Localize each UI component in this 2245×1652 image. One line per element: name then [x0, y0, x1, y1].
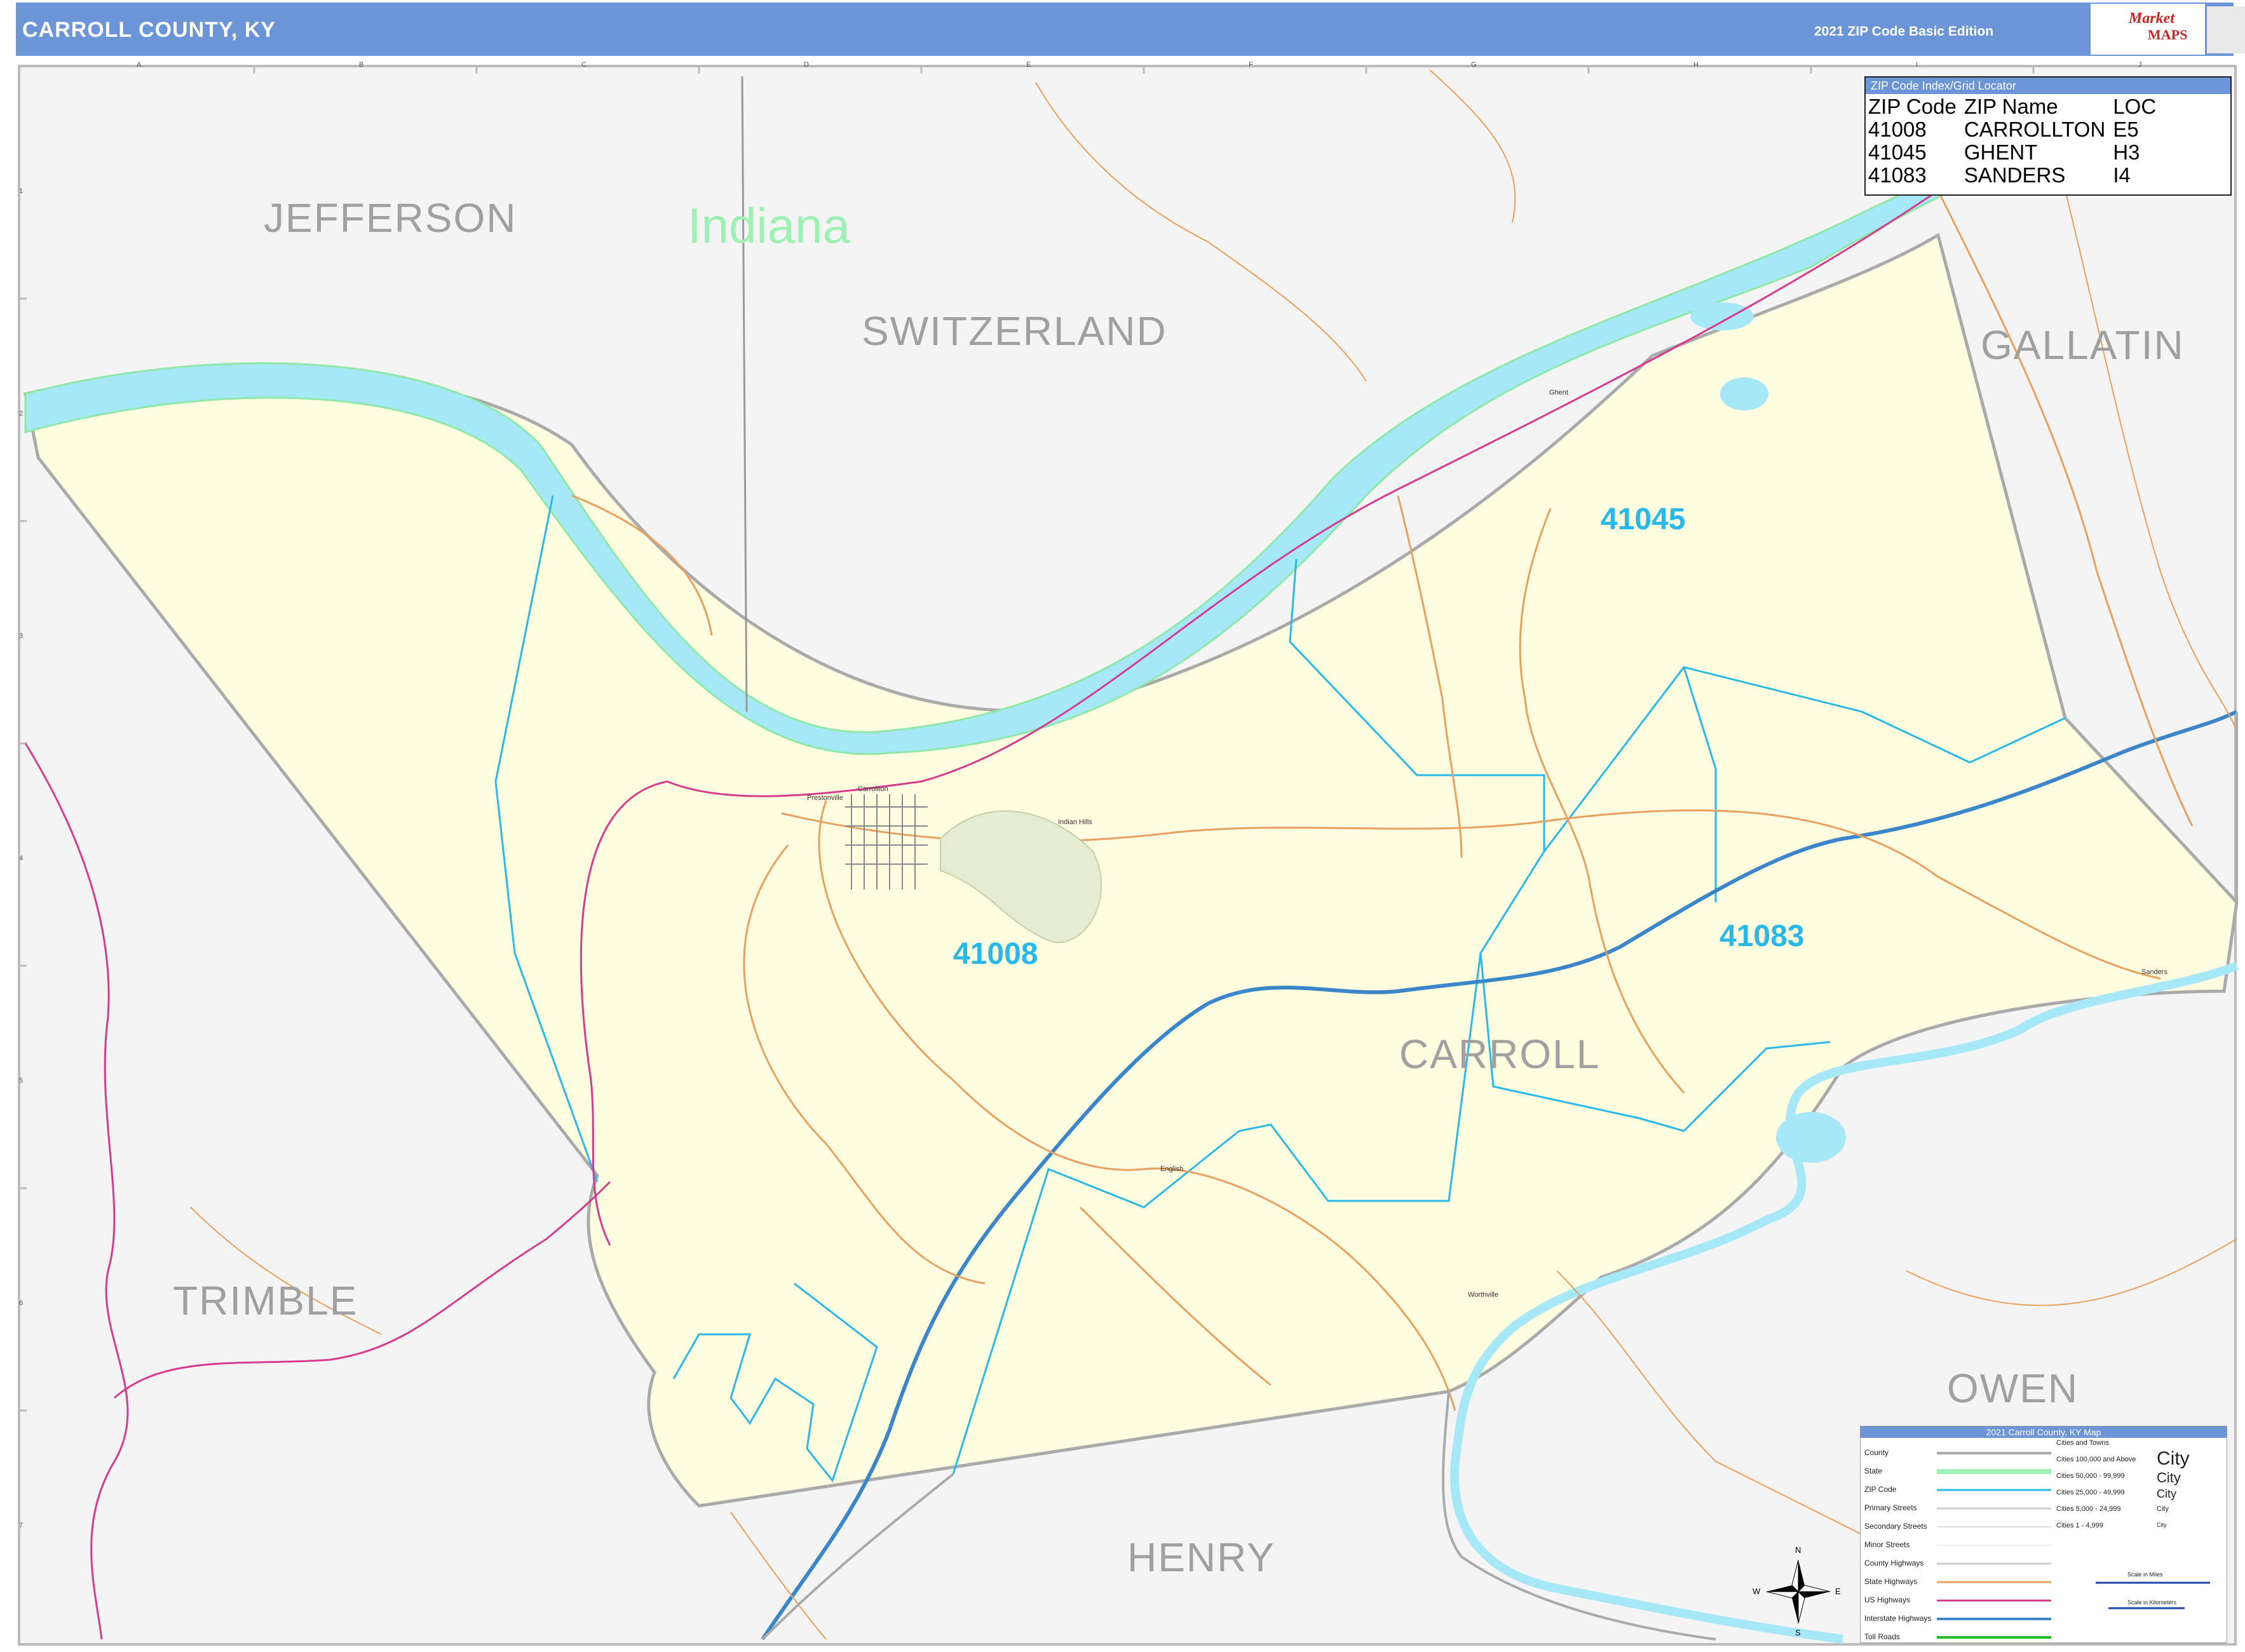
compass-south: S: [1795, 1628, 1801, 1637]
legend-item-county-hwy: County Highways: [1864, 1559, 1924, 1567]
legend-cities-title: Cities and Towns: [2056, 1439, 2109, 1447]
table-row: 41008 CARROLLTON E5: [1868, 118, 2164, 141]
title-bar: CARROLL COUNTY, KY 2021 ZIP Code Basic E…: [16, 3, 2245, 56]
grid-number: 6: [19, 1299, 24, 1307]
county-label-jefferson: JEFFERSON: [264, 195, 517, 241]
legend-item-zip: ZIP Code: [1864, 1485, 1897, 1494]
county-label-carroll: CARROLL: [1399, 1031, 1601, 1077]
scale-bars: [2096, 1581, 2210, 1609]
legend-city-sample: City: [2157, 1505, 2169, 1513]
logo-line1: Market: [2129, 10, 2174, 27]
grid-letter: J: [2138, 61, 2142, 69]
page-title: CARROLL COUNTY, KY: [22, 18, 276, 42]
legend-scale-miles: Scale in Miles: [2127, 1571, 2163, 1578]
county-label-switzerland: SWITZERLAND: [862, 308, 1167, 354]
state-label-indiana: Indiana: [688, 198, 850, 254]
town-label-sanders: Sanders: [2141, 968, 2167, 976]
town-label-prestonville: Prestonville: [807, 794, 843, 802]
legend-city-size: Cities 25,000 - 49,999: [2056, 1489, 2125, 1496]
zip-code-cell: 41083: [1868, 163, 1927, 187]
zip-index-header: ZIP Name: [1964, 95, 2058, 118]
town-label-carrollton: Carrollton: [858, 785, 888, 793]
zip-index-panel: ZIP Code Index/Grid Locator ZIP Code ZIP…: [1864, 76, 2232, 196]
logo-contact-box: [2207, 6, 2245, 53]
zip-loc-cell: I4: [2113, 163, 2131, 187]
map-canvas[interactable]: [0, 0, 2245, 1652]
legend-city-sample: City: [2157, 1522, 2167, 1528]
grid-letter: B: [359, 61, 364, 69]
zip-label-41045: 41045: [1601, 503, 1686, 536]
compass-east: E: [1835, 1587, 1841, 1596]
legend-item-state: State: [1864, 1466, 1883, 1475]
zip-loc-cell: E5: [2113, 118, 2139, 141]
legend-city-size: Cities 5,000 - 24,999: [2056, 1505, 2121, 1513]
table-row: 41083 SANDERS I4: [1868, 164, 2164, 187]
zip-name-cell: SANDERS: [1964, 163, 2066, 187]
lake: [1720, 377, 1768, 410]
table-row: ZIP Code ZIP Name LOC: [1868, 95, 2164, 118]
market-maps-logo: Market MAPS: [2091, 4, 2205, 55]
grid-letter: A: [137, 61, 142, 69]
legend-city-sample: City: [2157, 1487, 2176, 1500]
zip-index-header: ZIP Code: [1868, 95, 1957, 118]
zip-loc-cell: H3: [2113, 140, 2140, 164]
zip-code-cell: 41008: [1868, 118, 1927, 141]
county-label-gallatin: GALLATIN: [1981, 322, 2185, 368]
grid-letter: C: [581, 61, 587, 69]
logo-line2: MAPS: [2148, 27, 2188, 43]
grid-number: 5: [19, 1077, 24, 1085]
legend-city-size: Cities 50,000 - 99,999: [2056, 1472, 2125, 1480]
legend-title: 2021 Carroll County, KY Map: [1861, 1426, 2227, 1438]
legend-item-toll: Toll Roads: [1864, 1632, 1901, 1641]
grid-number: 2: [19, 410, 24, 417]
compass-west: W: [1753, 1587, 1761, 1596]
edition-label: 2021 ZIP Code Basic Edition: [1814, 24, 1994, 39]
legend-item-interstate: Interstate Highways: [1864, 1614, 1932, 1623]
compass-north: N: [1795, 1545, 1801, 1555]
grid-letter: F: [1249, 61, 1253, 69]
county-label-trimble: TRIMBLE: [173, 1278, 358, 1324]
grid-number: 1: [19, 187, 24, 195]
grid-number: 4: [19, 855, 24, 862]
legend-item-primary: Primary Streets: [1864, 1503, 1917, 1512]
table-row: 41045 GHENT H3: [1868, 141, 2164, 164]
map-legend: 2021 Carroll County, KY Map County State…: [1860, 1426, 2227, 1643]
zip-name-cell: GHENT: [1964, 140, 2038, 164]
town-label-indian-hills: Indian Hills: [1058, 818, 1092, 826]
lake: [1690, 302, 1754, 330]
legend-swatches: [1937, 1452, 2051, 1639]
legend-city-sample: City: [2157, 1470, 2181, 1486]
zip-index-title: ZIP Code Index/Grid Locator: [1866, 78, 2230, 94]
zip-name-cell: CARROLLTON: [1964, 118, 2106, 141]
grid-letter: H: [1693, 61, 1699, 69]
grid-letter: D: [804, 61, 809, 69]
grid-letter: E: [1026, 61, 1031, 69]
legend-item-us-hwy: US Highways: [1864, 1595, 1911, 1604]
legend-item-secondary: Secondary Streets: [1864, 1522, 1927, 1531]
town-label-ghent: Ghent: [1549, 389, 1568, 396]
grid-letter: I: [1916, 61, 1918, 69]
grid-number: 7: [19, 1522, 24, 1529]
legend-city-size: Cities 1 - 4,999: [2056, 1522, 2103, 1529]
zip-label-41008: 41008: [953, 937, 1038, 971]
zip-code-cell: 41045: [1868, 140, 1927, 164]
grid-number: 3: [19, 632, 24, 640]
town-label-english: English: [1160, 1165, 1184, 1173]
county-label-henry: HENRY: [1127, 1534, 1275, 1580]
zip-index-header: LOC: [2113, 95, 2157, 118]
zip-label-41083: 41083: [1719, 919, 1805, 953]
legend-item-county: County: [1864, 1448, 1889, 1457]
zip-index-table: ZIP Code ZIP Name LOC 41008 CARROLLTON E…: [1868, 95, 2164, 187]
county-label-owen: OWEN: [1947, 1365, 2079, 1411]
town-label-worthville: Worthville: [1468, 1291, 1499, 1299]
legend-city-size: Cities 100,000 and Above: [2056, 1456, 2136, 1463]
legend-item-state-hwy: State Highways: [1864, 1577, 1918, 1586]
legend-city-sample: City: [2157, 1448, 2190, 1469]
legend-item-minor: Minor Streets: [1864, 1540, 1910, 1549]
grid-letter: G: [1471, 61, 1477, 69]
